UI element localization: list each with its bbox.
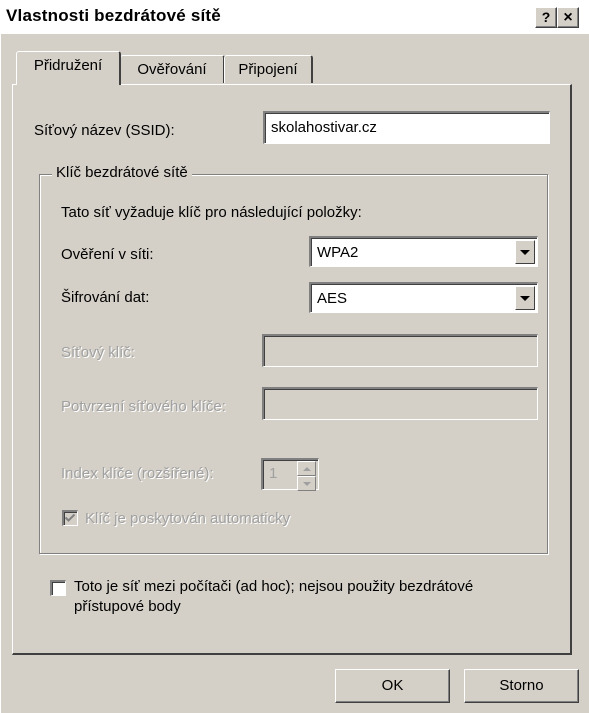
auth-label: Ověření v síti:: [61, 246, 154, 263]
tab-pripojeni[interactable]: Připojení: [224, 55, 313, 83]
tab-label: Přidružení: [33, 57, 103, 74]
chevron-down-icon: [520, 295, 530, 301]
close-icon: ×: [563, 9, 573, 26]
auth-select-value: WPA2: [317, 244, 359, 261]
key-index-value: 1: [269, 465, 278, 482]
encryption-label: Šifrování dat:: [61, 289, 150, 306]
auto-key-label: Klíč je poskytován automaticky: [85, 510, 291, 527]
key-info-text: Tato síť vyžaduje klíč pro následující p…: [61, 204, 362, 221]
checkmark-icon: [64, 513, 76, 522]
adhoc-checkbox[interactable]: [50, 580, 66, 596]
chevron-down-icon: [520, 249, 530, 255]
spin-up-button[interactable]: [297, 461, 316, 476]
tab-label: Připojení: [238, 61, 298, 78]
cancel-button[interactable]: Storno: [464, 669, 579, 703]
key-index-label: Index klíče (rozšířené):: [61, 465, 214, 482]
close-button[interactable]: ×: [557, 7, 579, 28]
group-title: Klíč bezdrátové sítě: [52, 164, 192, 181]
arrow-down-icon: [302, 481, 311, 486]
tab-overovani[interactable]: Ověřování: [120, 55, 225, 83]
confirm-key-input[interactable]: [262, 387, 538, 420]
tab-pridruzeni[interactable]: Přidružení: [16, 51, 121, 85]
adhoc-label-line2: přístupové body: [74, 598, 181, 615]
window-frame: [0, 34, 4, 713]
help-button[interactable]: ?: [535, 7, 557, 28]
tab-label: Ověřování: [137, 61, 207, 78]
network-key-input[interactable]: [262, 334, 538, 367]
network-key-label: Síťový klíč:: [61, 344, 135, 361]
auth-dropdown-button[interactable]: [515, 240, 535, 264]
encryption-dropdown-button[interactable]: [515, 286, 535, 310]
encryption-select-value: AES: [317, 290, 348, 307]
arrow-up-icon: [302, 466, 311, 471]
ssid-label: Síťový název (SSID):: [34, 122, 175, 139]
ssid-input[interactable]: skolahostivar.cz: [263, 111, 550, 144]
encryption-select[interactable]: AES: [309, 282, 538, 313]
spin-down-button[interactable]: [297, 476, 316, 491]
confirm-key-label: Potvrzení síťového klíče:: [61, 398, 226, 415]
ok-button[interactable]: OK: [335, 669, 450, 703]
window-title: Vlastnosti bezdrátové sítě: [6, 6, 221, 25]
auto-key-checkbox[interactable]: [62, 510, 78, 526]
adhoc-label-line1: Toto je síť mezi počítači (ad hoc); nejs…: [74, 578, 474, 595]
auth-select[interactable]: WPA2: [309, 236, 538, 267]
